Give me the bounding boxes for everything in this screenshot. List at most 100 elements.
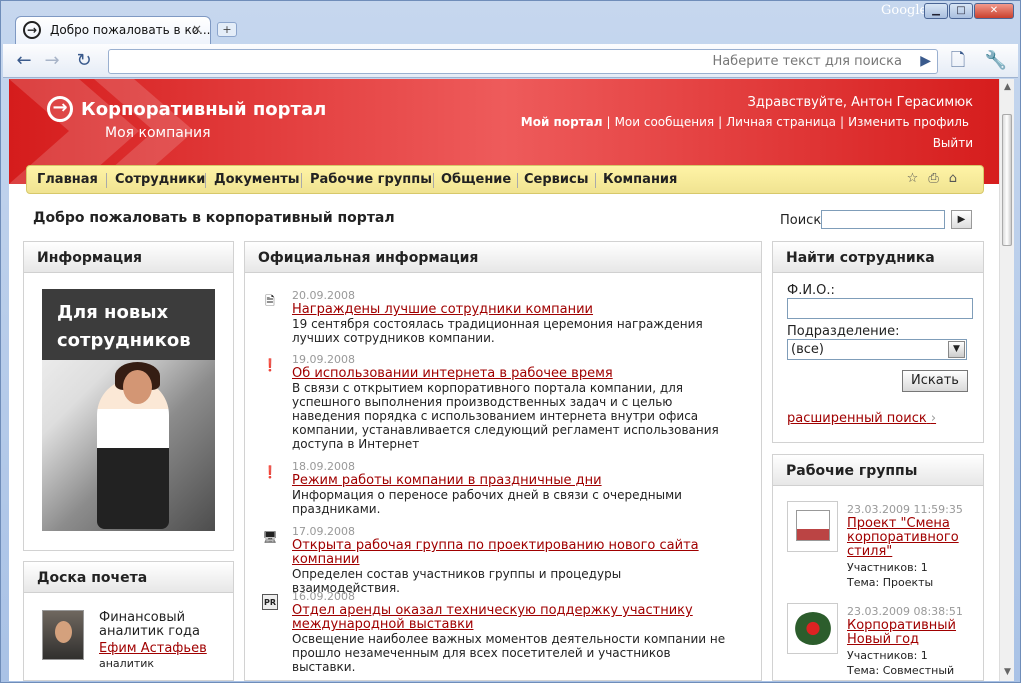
portal-title[interactable]: Корпоративный портал <box>81 99 326 120</box>
corporate-style-project-image[interactable] <box>787 501 838 552</box>
full-name-input[interactable] <box>787 298 973 319</box>
page-menu-icon[interactable]: 🗋 <box>945 49 971 73</box>
personal-page-link[interactable]: Личная страница <box>722 115 840 129</box>
wrench-menu-icon[interactable]: 🔧 <box>983 49 1009 73</box>
menu-documents[interactable]: Документы <box>214 172 300 187</box>
menu-divider <box>301 173 302 188</box>
browser-toolbar: ← → ↻ ☆ Наберите текст для поиска ▶ 🗋 🔧 <box>3 44 1018 78</box>
honor-role: Финансовый аналитик года <box>99 610 200 639</box>
news-title-link[interactable]: Отдел аренды оказал техническую поддержк… <box>292 604 693 632</box>
browser-tab[interactable]: → Добро пожаловать в ко... × <box>15 16 211 44</box>
pr-icon: PR <box>262 594 278 610</box>
news-text: В связи с открытием корпоративного порта… <box>292 381 719 451</box>
menu-employees[interactable]: Сотрудники <box>115 172 205 187</box>
user-greeting: Здравствуйте, Антон Герасимюк <box>747 95 973 110</box>
information-panel: Информация Для новых сотрудников <box>23 241 234 551</box>
news-title-link[interactable]: Награждены лучшие сотрудники компании <box>292 303 593 317</box>
document-icon: 🗎 <box>265 294 275 308</box>
minimize-button[interactable]: ▁ <box>924 3 948 19</box>
group-topic: Тема: Проекты <box>847 576 934 589</box>
menu-services[interactable]: Сервисы <box>524 172 588 187</box>
search-label: Поиск <box>780 213 822 228</box>
omnibox-placeholder: Наберите текст для поиска <box>712 54 902 69</box>
alert-icon: ❗ <box>262 465 278 479</box>
news-item: 🖥 17.09.2008 Открыта рабочая группа по п… <box>262 525 732 595</box>
select-arrow-icon[interactable]: ▼ <box>948 341 965 358</box>
edit-profile-link[interactable]: Изменить профиль <box>844 115 973 129</box>
news-title-link[interactable]: Об использовании интернета в рабочее вре… <box>292 367 613 381</box>
department-select[interactable]: (все) ▼ <box>787 339 967 360</box>
menu-home[interactable]: Главная <box>37 172 98 187</box>
close-window-button[interactable]: ✕ <box>974 3 1014 19</box>
find-employee-panel: Найти сотрудника Ф.И.О.: Подразделение: … <box>772 241 984 443</box>
news-date: 16.09.2008 <box>292 590 355 603</box>
computer-icon: 🖥 <box>262 530 278 544</box>
group-date: 23.03.2009 08:38:51 <box>847 605 963 618</box>
scroll-up-icon[interactable]: ▲ <box>1000 79 1014 96</box>
workgroups-title: Рабочие группы <box>786 463 918 479</box>
new-employees-banner[interactable]: Для новых сотрудников <box>42 289 215 531</box>
menu-divider <box>205 173 206 188</box>
official-info-title: Официальная информация <box>258 250 479 266</box>
reload-icon[interactable]: ↻ <box>71 49 97 73</box>
menu-communication[interactable]: Общение <box>441 172 511 187</box>
my-messages-link[interactable]: Мои сообщения <box>611 115 719 129</box>
group-title-link[interactable]: Корпоративный Новый год <box>847 619 956 647</box>
forward-arrow-icon[interactable]: → <box>39 49 65 73</box>
menu-workgroups[interactable]: Рабочие группы <box>310 172 432 187</box>
vertical-scrollbar[interactable]: ▲ ▼ <box>999 79 1014 681</box>
news-item: 🗎 20.09.2008 Награждены лучшие сотрудник… <box>262 289 732 345</box>
banner-text: Для новых сотрудников <box>57 302 191 351</box>
group-title-link[interactable]: Проект "Смена корпоративного стиля" <box>847 517 959 559</box>
menu-company[interactable]: Компания <box>603 172 677 187</box>
my-portal-link[interactable]: Мой портал <box>517 115 607 129</box>
honor-board-panel: Доска почета Финансовый аналитик года Еф… <box>23 561 234 681</box>
back-arrow-icon[interactable]: ← <box>11 49 37 73</box>
main-menu: Главная Сотрудники Документы Рабочие гру… <box>26 165 984 194</box>
find-employee-title: Найти сотрудника <box>786 250 935 266</box>
scrollbar-thumb[interactable] <box>1002 114 1012 246</box>
welcome-heading: Добро пожаловать в корпоративный портал <box>33 210 395 226</box>
news-text: Освещение наиболее важных моментов деяте… <box>292 632 726 674</box>
honor-position: аналитик <box>99 657 155 670</box>
news-item: PR 16.09.2008 Отдел аренды оказал технич… <box>262 590 732 674</box>
tab-title: Добро пожаловать в ко... <box>50 23 211 37</box>
favorite-star-icon[interactable]: ☆ <box>907 171 929 186</box>
tab-close-icon[interactable]: × <box>192 22 202 36</box>
site-search-button[interactable]: ▶ <box>951 210 972 229</box>
employee-avatar[interactable] <box>42 610 84 660</box>
new-year-group-image[interactable] <box>787 603 838 654</box>
google-brand: Google <box>881 3 928 18</box>
new-tab-button[interactable]: + <box>217 22 237 37</box>
maximize-button[interactable]: □ <box>949 3 973 19</box>
information-title: Информация <box>37 250 142 266</box>
scroll-down-icon[interactable]: ▼ <box>1000 664 1014 681</box>
menu-action-icons: ☆⎙⌂ <box>907 171 967 186</box>
advanced-search-link[interactable]: расширенный поиск › <box>787 411 936 426</box>
news-title-link[interactable]: Открыта рабочая группа по проектированию… <box>292 539 699 567</box>
portal-logo-icon[interactable]: → <box>47 96 73 122</box>
logout-link[interactable]: Выйти <box>933 136 973 150</box>
news-item: ❗ 18.09.2008 Режим работы компании в пра… <box>262 460 732 518</box>
project-document-image <box>796 510 830 541</box>
omnibox-input[interactable]: Наберите текст для поиска ▶ <box>108 49 938 74</box>
sitemap-icon[interactable]: ⌂ <box>949 171 967 186</box>
honor-board-title: Доска почета <box>37 570 148 586</box>
print-icon[interactable]: ⎙ <box>928 171 948 186</box>
honor-employee-link[interactable]: Ефим Астафьев <box>99 641 207 656</box>
panel-header: Официальная информация <box>245 242 761 273</box>
user-links: Мой портал | Мои сообщения | Личная страница… <box>517 115 973 129</box>
group-date: 23.03.2009 11:59:35 <box>847 503 963 516</box>
news-title-link[interactable]: Режим работы компании в праздничные дни <box>292 474 602 488</box>
advanced-search-label: расширенный поиск <box>787 411 927 426</box>
news-item: ❗ 19.09.2008 Об использовании интернета … <box>262 353 732 451</box>
department-selected-value: (все) <box>791 342 824 357</box>
go-arrow-icon[interactable]: ▶ <box>920 53 931 69</box>
browser-window: → Добро пожаловать в ко... × + Google ▁ … <box>0 0 1021 683</box>
web-page: → Корпоративный портал Моя компания Здра… <box>9 79 1014 681</box>
woman-image-face <box>123 370 152 404</box>
news-date: 19.09.2008 <box>292 353 355 366</box>
find-button[interactable]: Искать <box>902 370 968 392</box>
avatar-face <box>55 621 72 643</box>
site-search-input[interactable] <box>821 210 945 229</box>
